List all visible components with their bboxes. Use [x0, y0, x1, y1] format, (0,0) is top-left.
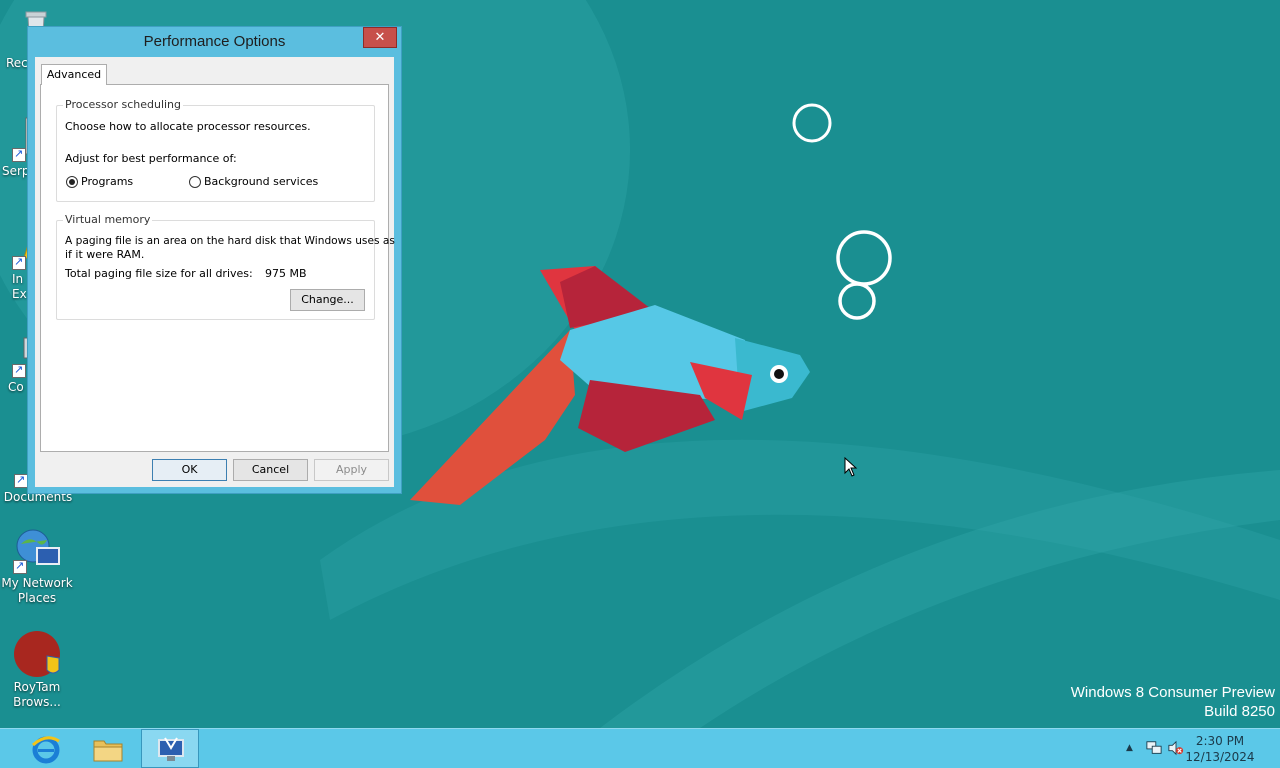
tab-advanced[interactable]: Advanced [41, 64, 107, 85]
processor-description: Choose how to allocate processor resourc… [65, 120, 311, 133]
taskbar-internet-explorer[interactable] [17, 729, 75, 768]
desktop: Rec Serp In Ex Co Documents [0, 0, 1280, 728]
shortcut-arrow-icon [12, 362, 26, 378]
virtual-memory-description-line-1: A paging file is an area on the hard dis… [65, 235, 395, 247]
watermark-line-1: Windows 8 Consumer Preview [1070, 684, 1275, 701]
close-icon: ✕ [374, 30, 386, 45]
processor-scheduling-group: Processor scheduling Choose how to alloc… [56, 98, 375, 202]
network-icon[interactable] [1146, 740, 1162, 756]
shortcut-arrow-icon [12, 146, 26, 162]
watermark-line-2: Build 8250 [1204, 703, 1275, 720]
desktop-icon-label: RoyTam Brows... [13, 680, 61, 709]
notification-area: ▲ 2:30 PM 12/13/2024 [1120, 729, 1280, 768]
roytam-browser-icon [13, 630, 61, 678]
mouse-cursor-icon [844, 457, 858, 477]
taskbar-file-explorer[interactable] [79, 729, 137, 768]
shortcut-arrow-icon [14, 472, 28, 488]
taskbar: ▲ 2:30 PM 12/13/2024 [0, 728, 1280, 768]
clock-date: 12/13/2024 [1185, 750, 1255, 764]
background-services-label[interactable]: Background services [204, 175, 318, 188]
programs-radio-option[interactable]: Programs [65, 174, 175, 190]
cancel-button[interactable]: Cancel [233, 459, 308, 481]
taskbar-system-properties[interactable] [141, 729, 199, 768]
clock[interactable]: 2:30 PM 12/13/2024 [1180, 733, 1260, 765]
virtual-memory-group: Virtual memory A paging file is an area … [56, 213, 395, 320]
window-title: Performance Options [143, 33, 286, 50]
programs-label[interactable]: Programs [81, 175, 133, 188]
desktop-icon-roytam-browser[interactable]: RoyTam Brows... [0, 630, 75, 710]
background-services-radio[interactable] [189, 176, 201, 188]
tab-panel-advanced: Processor scheduling Choose how to alloc… [40, 84, 395, 452]
show-hidden-icons-icon[interactable]: ▲ [1126, 740, 1142, 756]
processor-scheduling-title: Processor scheduling [63, 98, 184, 111]
system-properties-icon [158, 737, 184, 761]
desktop-icon-label: My Network Places [1, 576, 73, 605]
clock-time: 2:30 PM [1195, 734, 1245, 748]
programs-radio[interactable] [66, 176, 78, 188]
internet-explorer-icon [31, 736, 60, 764]
file-explorer-icon [93, 740, 123, 762]
apply-button[interactable]: Apply [314, 459, 389, 481]
windows-build-watermark: Windows 8 Consumer Preview Build 8250 [1071, 683, 1275, 721]
change-button[interactable]: Change... [290, 289, 365, 311]
close-button[interactable]: ✕ [363, 27, 397, 48]
adjust-for-label: Adjust for best performance of: [65, 152, 237, 165]
performance-options-window[interactable]: Performance Options ✕ Advanced Processor… [27, 26, 402, 494]
virtual-memory-title: Virtual memory [63, 213, 153, 226]
network-places-icon [13, 526, 61, 574]
window-client-area: Advanced Processor scheduling Choose how… [35, 57, 395, 487]
ok-button[interactable]: OK [152, 459, 227, 481]
desktop-icon-my-network-places[interactable]: My Network Places [0, 526, 75, 606]
shortcut-arrow-icon [13, 558, 27, 574]
total-paging-size-label: Total paging file size for all drives: [65, 267, 253, 280]
shortcut-arrow-icon [12, 254, 26, 270]
total-paging-size-value: 975 MB [265, 267, 307, 280]
virtual-memory-description-line-2: if it were RAM. [65, 248, 145, 261]
background-services-radio-option[interactable]: Background services [188, 174, 338, 190]
